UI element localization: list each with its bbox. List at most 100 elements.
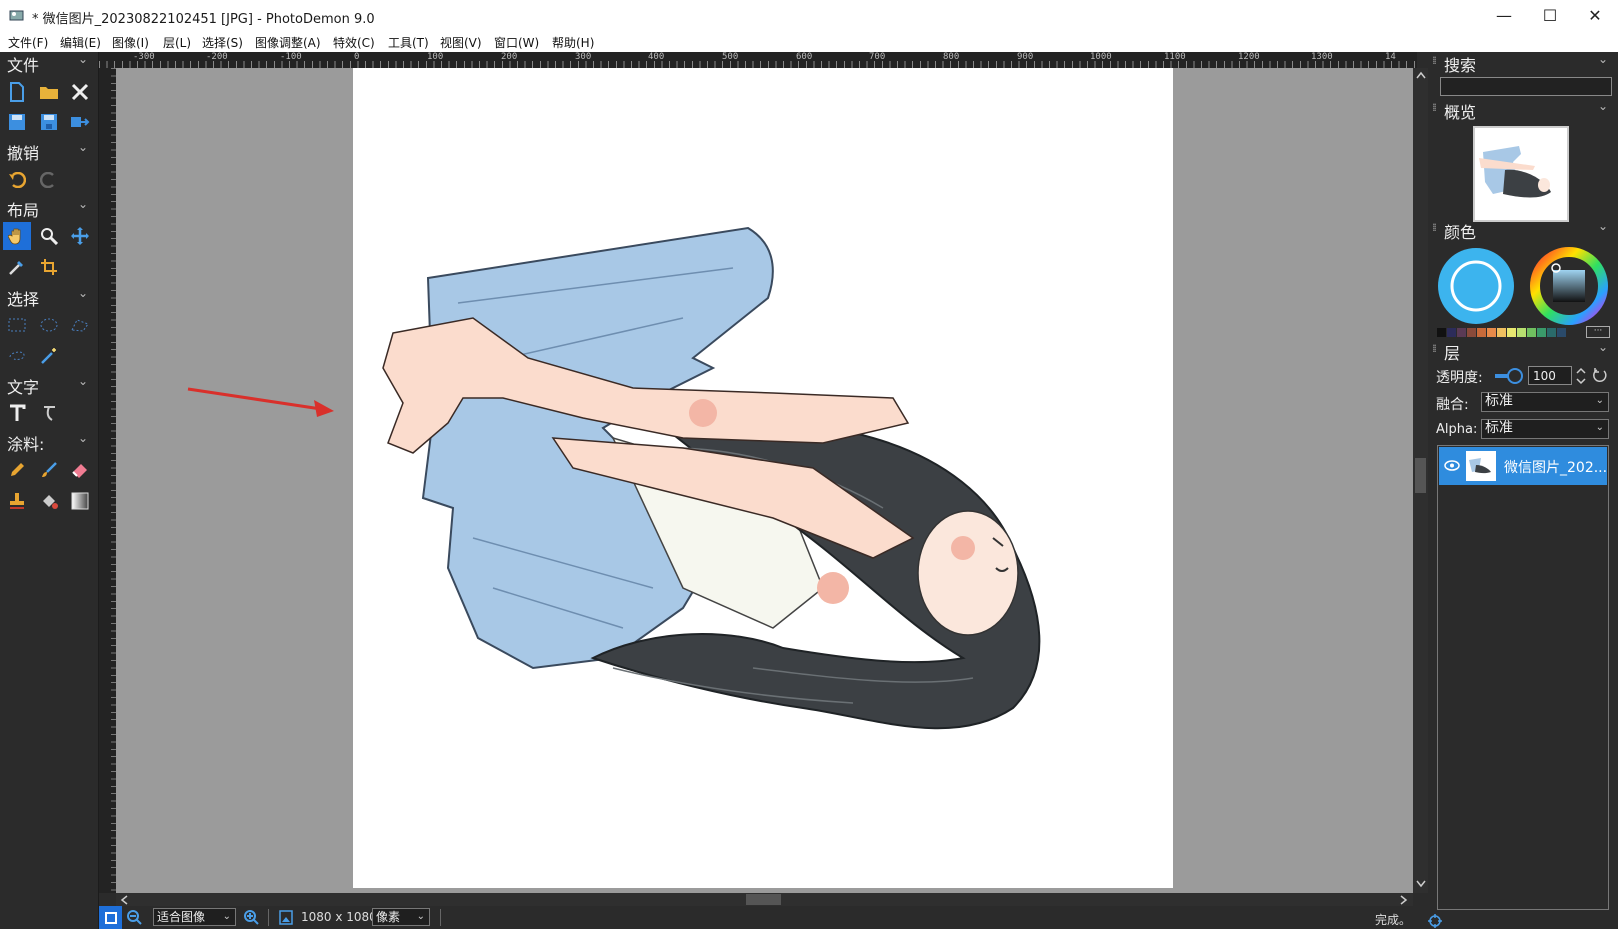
- eraser-icon[interactable]: [66, 456, 94, 484]
- layer-name: 微信图片_202...: [1504, 460, 1608, 476]
- vertical-ruler: [99, 68, 116, 893]
- section-file[interactable]: 文件 ⌄: [0, 52, 99, 75]
- menu-edit[interactable]: 编辑(E): [60, 34, 101, 51]
- blend-mode-dropdown[interactable]: 标准 ⌄: [1481, 392, 1609, 412]
- menu-file[interactable]: 文件(F): [8, 34, 48, 51]
- maximize-button[interactable]: ☐: [1527, 0, 1573, 31]
- chevron-down-icon: ⌄: [1598, 99, 1609, 113]
- new-file-icon[interactable]: [3, 78, 31, 106]
- undo-icon[interactable]: [3, 166, 31, 194]
- zoom-mode-dropdown[interactable]: 适合图像 ⌄: [153, 908, 236, 926]
- polygon-select-icon[interactable]: [66, 311, 94, 339]
- search-input[interactable]: [1440, 77, 1612, 96]
- blend-label: 融合:: [1436, 397, 1469, 413]
- zoom-in-icon[interactable]: [244, 910, 259, 925]
- ellipse-select-icon[interactable]: [35, 311, 63, 339]
- panel-layers-header[interactable]: ⁞⁞ 层 ⌄: [1428, 340, 1618, 363]
- section-layout[interactable]: 布局 ⌄: [0, 197, 99, 220]
- crop-tool-icon[interactable]: [35, 253, 63, 281]
- brush-icon[interactable]: [35, 456, 63, 484]
- scroll-up-icon[interactable]: [1416, 71, 1426, 79]
- menu-help[interactable]: 帮助(H): [552, 34, 594, 51]
- chevron-down-icon: ⌄: [222, 911, 231, 922]
- export-icon[interactable]: [66, 108, 94, 136]
- layer-row[interactable]: 微信图片_202...: [1439, 447, 1607, 485]
- color-wheel[interactable]: [1529, 246, 1609, 326]
- menu-layer[interactable]: 层(L): [163, 34, 191, 51]
- alpha-label: Alpha:: [1436, 422, 1478, 437]
- hand-tool-icon[interactable]: [3, 222, 31, 250]
- color-palette[interactable]: [1437, 328, 1577, 337]
- pencil-icon[interactable]: [3, 456, 31, 484]
- rect-select-icon[interactable]: [3, 311, 31, 339]
- close-button[interactable]: ✕: [1572, 0, 1618, 31]
- move-tool-icon[interactable]: [66, 222, 94, 250]
- chevron-down-icon: ⌄: [78, 140, 89, 154]
- close-icon[interactable]: [66, 78, 94, 106]
- ruler-label: 400: [648, 52, 665, 62]
- clone-stamp-icon[interactable]: [3, 487, 31, 515]
- save-icon[interactable]: [3, 108, 31, 136]
- panel-search-header[interactable]: ⁞⁞ 搜索 ⌄: [1428, 52, 1618, 75]
- chevron-down-icon: ⌄: [1598, 219, 1609, 233]
- section-select[interactable]: 选择 ⌄: [0, 286, 99, 309]
- scroll-right-icon[interactable]: [1400, 895, 1408, 905]
- unit-dropdown[interactable]: 像素 ⌄: [372, 908, 430, 926]
- layer-list[interactable]: 微信图片_202...: [1437, 445, 1609, 910]
- eye-visibility-icon[interactable]: [1444, 460, 1460, 471]
- panel-overview-header[interactable]: ⁞⁞ 概览 ⌄: [1428, 99, 1618, 122]
- red-arrow-annotation: [187, 387, 334, 417]
- opacity-input[interactable]: 100: [1528, 366, 1572, 385]
- overview-thumbnail[interactable]: [1473, 126, 1569, 222]
- menu-view[interactable]: 视图(V): [440, 34, 482, 51]
- opacity-label: 透明度:: [1436, 370, 1483, 386]
- primary-color-swatch[interactable]: [1436, 246, 1516, 326]
- zoom-tool-icon[interactable]: [35, 222, 63, 250]
- lasso-select-icon[interactable]: [3, 342, 31, 370]
- paint-bucket-icon[interactable]: [35, 487, 63, 515]
- scroll-down-icon[interactable]: [1416, 880, 1426, 888]
- vertical-scrollbar[interactable]: [1413, 68, 1428, 893]
- app-icon: [9, 10, 24, 21]
- opacity-slider[interactable]: [1495, 368, 1523, 384]
- reset-icon[interactable]: [1592, 367, 1608, 383]
- section-undo[interactable]: 撤销 ⌄: [0, 140, 99, 163]
- thumbnail-image: [1479, 146, 1551, 198]
- more-colors-button[interactable]: ···: [1586, 326, 1610, 338]
- gradient-icon[interactable]: [66, 487, 94, 515]
- horizontal-scroll-thumb[interactable]: [746, 894, 781, 905]
- vertical-scroll-thumb[interactable]: [1415, 458, 1426, 493]
- magic-wand-icon[interactable]: [35, 342, 63, 370]
- open-folder-icon[interactable]: [35, 78, 63, 106]
- menu-adjust[interactable]: 图像调整(A): [255, 34, 321, 51]
- save-as-icon[interactable]: [35, 108, 63, 136]
- menu-effects[interactable]: 特效(C): [333, 34, 375, 51]
- menu-window[interactable]: 窗口(W): [494, 34, 539, 51]
- minimize-button[interactable]: —: [1481, 0, 1527, 31]
- opacity-spinner-icon[interactable]: [1575, 366, 1587, 386]
- canvas-area[interactable]: [116, 68, 1413, 893]
- eyedropper-icon[interactable]: [3, 253, 31, 281]
- redo-icon[interactable]: [35, 166, 63, 194]
- zoom-out-icon[interactable]: [127, 910, 142, 925]
- typography-tool-icon[interactable]: [35, 399, 63, 427]
- fit-to-window-button[interactable]: [99, 906, 122, 929]
- menu-tools[interactable]: 工具(T): [388, 34, 429, 51]
- chevron-down-icon: ⌄: [1595, 422, 1604, 433]
- unit-value: 像素: [376, 910, 401, 924]
- menu-image[interactable]: 图像(I): [112, 34, 149, 51]
- scroll-left-icon[interactable]: [120, 895, 128, 905]
- menu-select[interactable]: 选择(S): [202, 34, 243, 51]
- section-text[interactable]: 文字 ⌄: [0, 374, 99, 397]
- illustration-image: [382, 226, 1041, 730]
- image-canvas[interactable]: [353, 68, 1173, 888]
- right-panel: ⁞⁞ 搜索 ⌄ ⁞⁞ 概览 ⌄ ⁞⁞ 颜色 ⌄ ··· ⁞⁞ 层 ⌄ 透明度: 100 融合: …: [1428, 52, 1618, 929]
- alpha-mode-dropdown[interactable]: 标准 ⌄: [1481, 419, 1609, 439]
- horizontal-scrollbar[interactable]: [116, 893, 1413, 906]
- toolbox: 文件 ⌄ 撤销 ⌄ 布局 ⌄ 选择 ⌄ 文字 ⌄ 涂料: ⌄: [0, 52, 99, 929]
- text-tool-icon[interactable]: [3, 399, 31, 427]
- section-paint[interactable]: 涂料: ⌄: [0, 431, 99, 454]
- ruler-label: 0: [354, 52, 360, 62]
- panel-settings-icon[interactable]: [1428, 914, 1442, 928]
- panel-color-header[interactable]: ⁞⁞ 颜色 ⌄: [1428, 219, 1618, 242]
